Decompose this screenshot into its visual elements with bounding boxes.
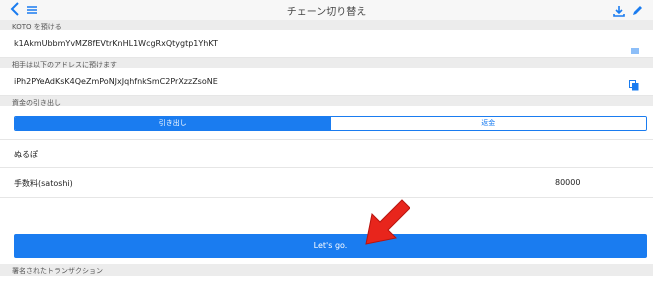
page-title: チェーン切り替え	[286, 7, 367, 18]
top-bar: チェーン切り替え	[0, 0, 653, 20]
menu-lines-icon[interactable]	[631, 40, 639, 59]
signed-transaction-area	[0, 276, 653, 308]
amount-value: ぬるぽ	[14, 150, 38, 159]
send-address-text: k1AkmUbbmYvMZ8fEVtrKnHL1WcgRxQtygtp1YhKT	[14, 39, 218, 48]
fee-row[interactable]: 手数料(satoshi) 80000	[0, 168, 653, 198]
send-address-row[interactable]: k1AkmUbbmYvMZ8fEVtrKnHL1WcgRxQtygtp1YhKT	[0, 30, 653, 58]
lets-go-button[interactable]: Let's go.	[14, 234, 647, 258]
fee-label: 手数料(satoshi)	[14, 179, 73, 188]
arrow-icon	[358, 196, 411, 252]
header-right-group	[613, 2, 643, 21]
withdraw-section-label: 資金の引き出し	[0, 96, 653, 107]
amount-row[interactable]: ぬるぽ	[0, 140, 653, 168]
download-icon[interactable]	[613, 2, 625, 21]
fee-value: 80000	[555, 178, 581, 187]
withdraw-segmented-control: 引き出し 返金	[14, 116, 647, 131]
receive-address-text: iPh2PYeAdKsK4QeZmPoNJxJqhfnkSmC2PrXzzZso…	[14, 77, 218, 86]
receive-address-row[interactable]: iPh2PYeAdKsK4QeZmPoNJxJqhfnkSmC2PrXzzZso…	[0, 68, 653, 96]
send-section-label: KOTO を預ける	[0, 20, 653, 31]
signed-transaction-label: 署名されたトランザクション	[0, 264, 653, 276]
receive-section-label: 相手は以下のアドレスに預けます	[0, 58, 653, 69]
pencil-icon[interactable]	[631, 2, 643, 21]
copy-icon[interactable]	[629, 76, 639, 95]
tab-refund[interactable]: 返金	[330, 117, 646, 130]
tab-withdraw[interactable]: 引き出し	[15, 117, 331, 130]
